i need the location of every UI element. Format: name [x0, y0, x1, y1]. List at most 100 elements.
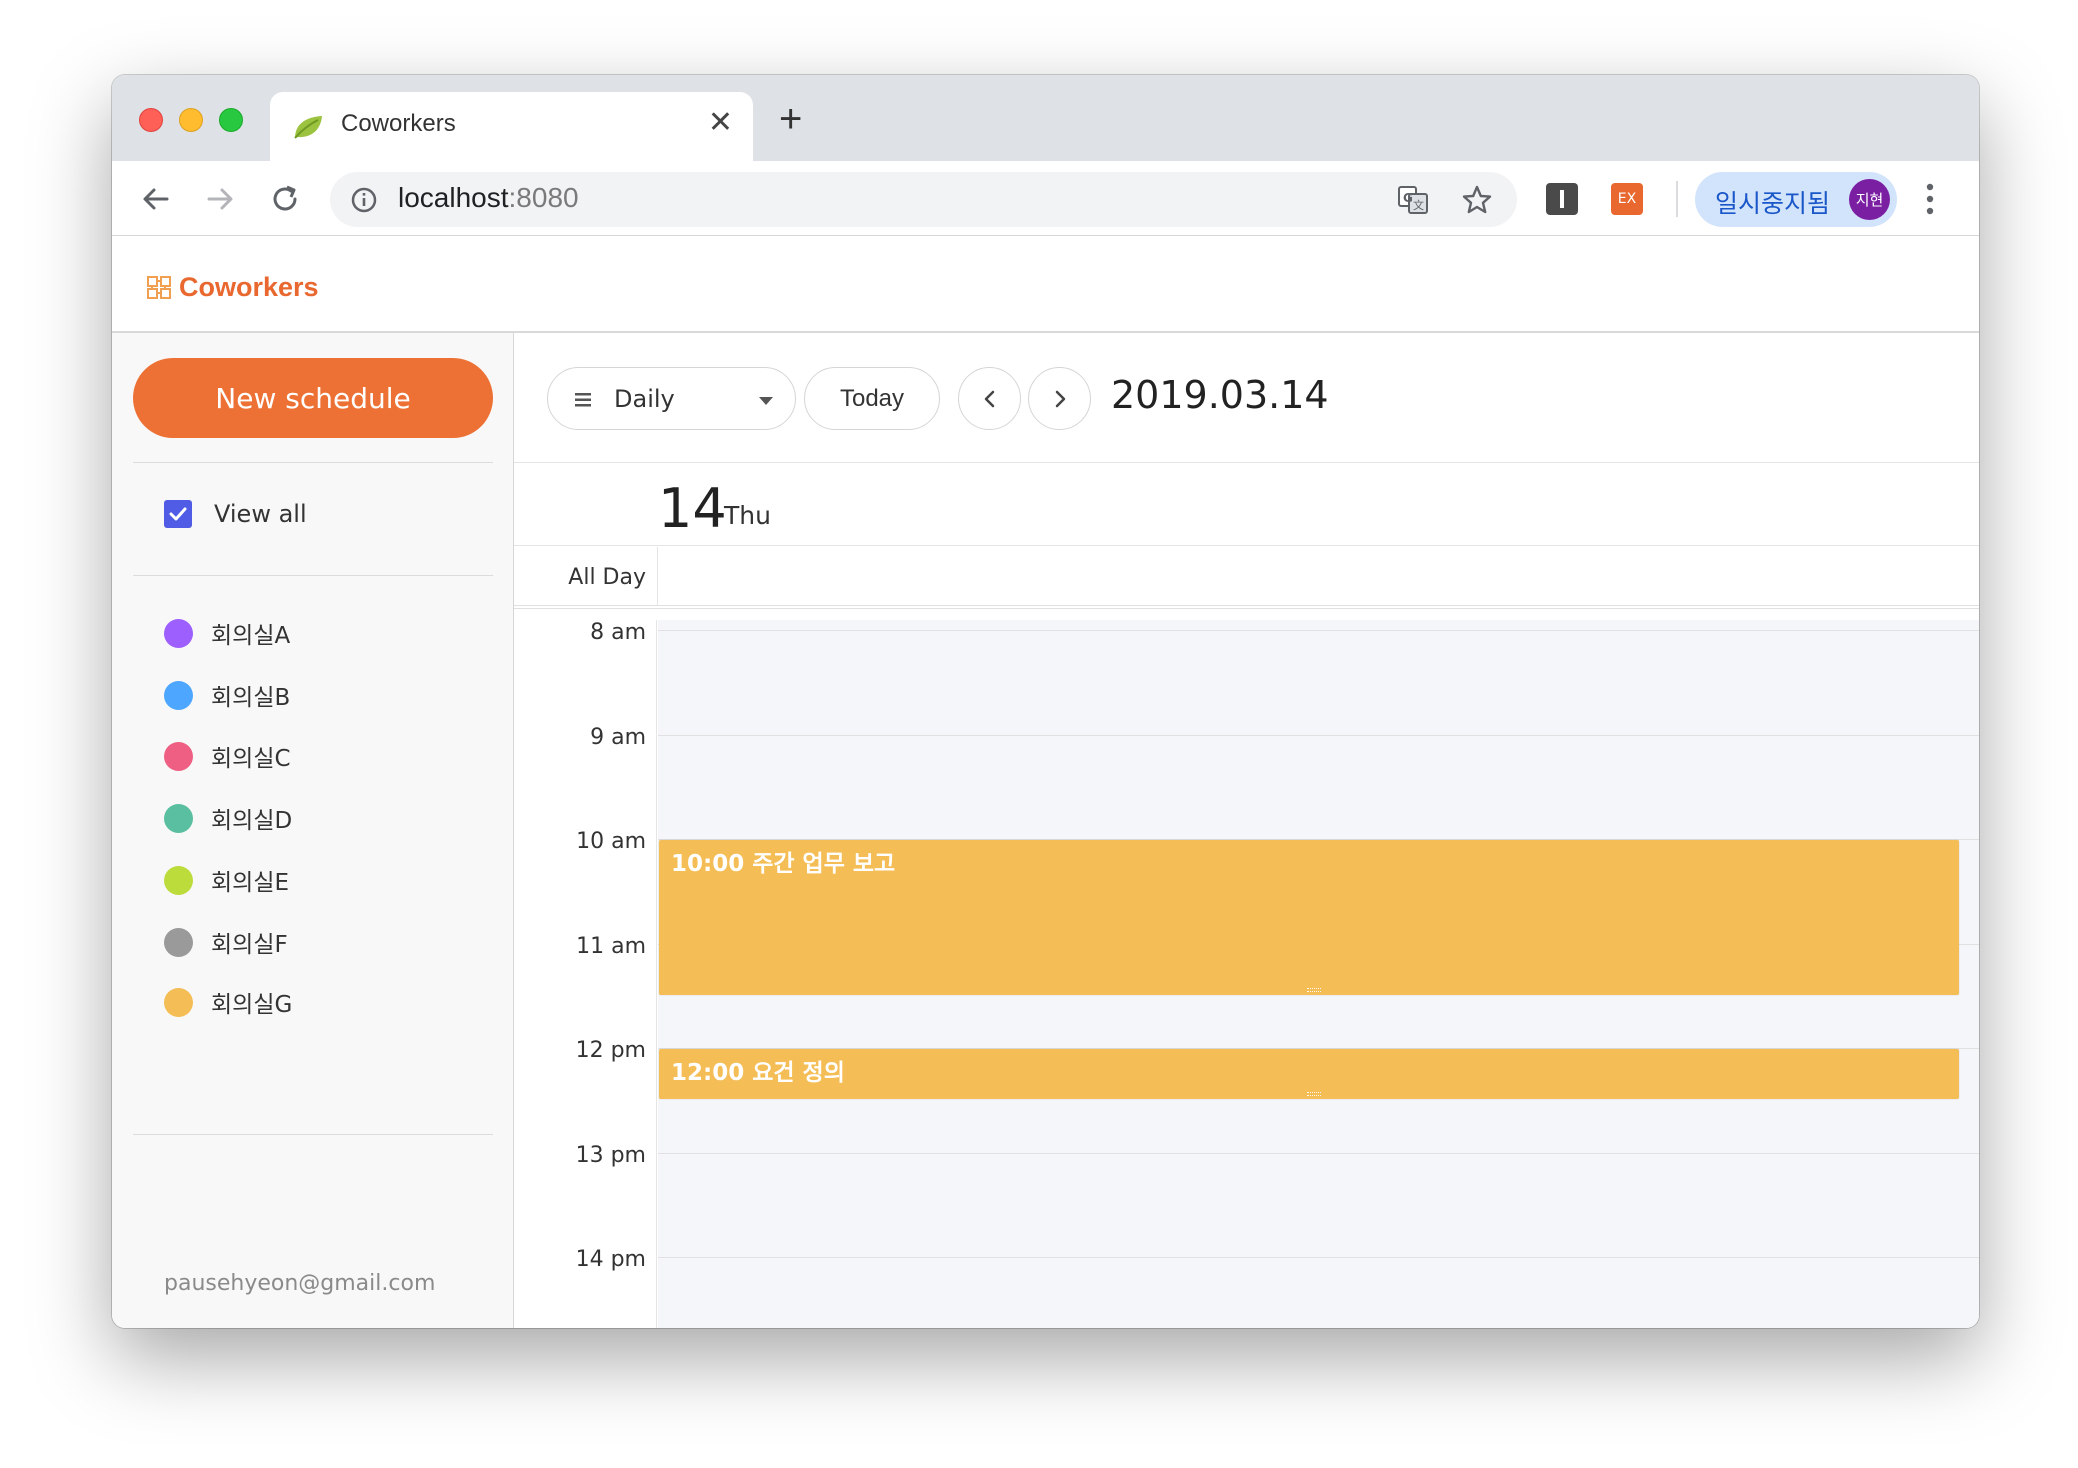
address-bar[interactable]: localhost:8080 G 文: [330, 172, 1517, 227]
star-icon[interactable]: [1461, 184, 1493, 216]
translate-icon[interactable]: G 文: [1397, 184, 1429, 216]
next-button[interactable]: [1028, 367, 1091, 430]
allday-row[interactable]: All Day: [514, 547, 1979, 609]
url-port: :8080: [508, 182, 579, 213]
hour-gridline: [658, 1257, 1979, 1258]
reload-icon: [273, 185, 297, 211]
hour-gridline: [658, 630, 1979, 631]
time-grid: 8 am 9 am 10 am 11 am 12 pm 13 pm 14 pm 10:00 …: [514, 620, 1979, 1328]
calendar-item-f[interactable]: 회의실F: [164, 922, 288, 962]
sidebar-divider: [133, 1134, 493, 1135]
view-all-label: View all: [214, 500, 307, 528]
calendar-color-dot: [164, 680, 193, 710]
view-all-toggle[interactable]: View all: [164, 500, 307, 528]
day-number: 14: [658, 477, 727, 540]
tab-title: Coworkers: [341, 110, 456, 137]
reload-button[interactable]: [265, 179, 305, 219]
calendar-color-dot: [164, 618, 193, 648]
day-header: 14 Thu: [514, 464, 1979, 546]
calendar-label: 회의실E: [211, 870, 290, 896]
chevron-down-icon: [759, 397, 773, 405]
more-menu-icon[interactable]: [1925, 181, 1935, 217]
calendar-main: Daily Today 2019.03.14 14 Thu All Day 8 …: [514, 333, 1979, 1328]
toolbar-separator: [1676, 181, 1678, 217]
svg-text:G: G: [1403, 191, 1413, 205]
calendar-label: 회의실G: [211, 992, 293, 1018]
day-name: Thu: [724, 501, 771, 530]
close-tab-icon[interactable]: ✕: [708, 108, 733, 138]
resize-handle[interactable]: [1307, 987, 1321, 992]
sidebar-divider: [133, 462, 493, 463]
close-window-button[interactable]: [139, 108, 163, 132]
prev-button[interactable]: [958, 367, 1021, 430]
calendar-color-dot: [164, 803, 193, 833]
day-grid[interactable]: 10:00 주간 업무 보고 12:00 요건 정의: [658, 620, 1979, 1328]
spring-leaf-icon: [294, 116, 322, 139]
calendar-item-a[interactable]: 회의실A: [164, 613, 290, 653]
app-header: Coworkers: [112, 236, 1979, 333]
chevron-right-icon: [1055, 390, 1065, 407]
svg-text:文: 文: [1413, 198, 1424, 212]
sidebar-divider: [133, 575, 493, 576]
url-text: localhost:8080: [398, 182, 579, 214]
schedule-event[interactable]: 12:00 요건 정의: [659, 1049, 1959, 1100]
extension-ex-icon[interactable]: EX: [1611, 183, 1643, 215]
coworkers-logo-icon: [147, 276, 171, 299]
forward-button[interactable]: [200, 179, 240, 219]
allday-label: All Day: [568, 565, 646, 590]
hour-gridline: [658, 1152, 1979, 1154]
calendar-color-dot: [164, 741, 193, 771]
calendar-item-e[interactable]: 회의실E: [164, 860, 289, 900]
back-button[interactable]: [136, 179, 176, 219]
maximize-window-button[interactable]: [219, 108, 243, 132]
resize-handle[interactable]: [1307, 1092, 1321, 1097]
hour-gridline: [658, 734, 1979, 736]
url-host: localhost: [398, 182, 509, 213]
tab-strip: Coworkers ✕ +: [112, 75, 1979, 161]
calendar-color-dot: [164, 865, 193, 895]
calendar-item-d[interactable]: 회의실D: [164, 798, 292, 838]
info-icon[interactable]: [350, 186, 378, 214]
arrow-left-icon: [143, 188, 169, 210]
chevron-left-icon: [984, 390, 994, 407]
view-type-dropdown[interactable]: Daily: [547, 367, 796, 430]
calendar-label: 회의실F: [211, 932, 288, 958]
view-all-checkbox[interactable]: [164, 500, 192, 528]
browser-tab-coworkers[interactable]: Coworkers ✕: [270, 92, 753, 161]
app-logo[interactable]: Coworkers: [145, 269, 319, 305]
avatar: 지현: [1849, 179, 1890, 220]
checkmark-icon: [169, 507, 187, 521]
calendar-label: 회의실A: [211, 623, 291, 649]
time-column: 8 am 9 am 10 am 11 am 12 pm 13 pm 14 pm: [514, 620, 657, 1328]
minimize-window-button[interactable]: [179, 108, 203, 132]
arrow-right-icon: [207, 188, 233, 210]
user-email: pausehyeon@gmail.com: [164, 1271, 436, 1296]
extension-i-glyph: [1560, 190, 1564, 208]
list-icon: [575, 393, 591, 407]
date-range-label: 2019.03.14: [1111, 373, 1329, 417]
calendar-color-dot: [164, 987, 193, 1017]
allday-separator: [657, 547, 658, 605]
calendar-item-b[interactable]: 회의실B: [164, 675, 290, 715]
new-tab-button[interactable]: +: [779, 99, 802, 139]
calendar-label: 회의실D: [211, 808, 293, 834]
time-label: 10 am: [576, 829, 646, 854]
calendar-color-dot: [164, 927, 193, 957]
time-label: 8 am: [590, 620, 646, 645]
event-title: 12:00 요건 정의: [671, 1060, 845, 1086]
sidebar: New schedule View all 회의실A 회의실B 회의실C 회의실…: [112, 333, 514, 1328]
logo-text: Coworkers: [179, 271, 319, 302]
time-label: 14 pm: [575, 1247, 646, 1272]
calendar-item-g[interactable]: 회의실G: [164, 982, 292, 1022]
profile-status-label: 일시중지됨: [1715, 189, 1831, 218]
new-schedule-button[interactable]: New schedule: [133, 358, 493, 438]
profile-button[interactable]: 일시중지됨 지현: [1695, 172, 1897, 227]
calendar-label: 회의실C: [211, 746, 291, 772]
time-label: 9 am: [590, 724, 646, 750]
time-label: 11 am: [576, 933, 646, 959]
calendar-item-c[interactable]: 회의실C: [164, 736, 291, 776]
today-button[interactable]: Today: [804, 367, 940, 430]
browser-toolbar: localhost:8080 G 文 EX 일시중지됨 지현: [112, 161, 1979, 236]
schedule-event[interactable]: 10:00 주간 업무 보고: [659, 840, 1959, 995]
extension-i-icon[interactable]: [1546, 183, 1578, 215]
